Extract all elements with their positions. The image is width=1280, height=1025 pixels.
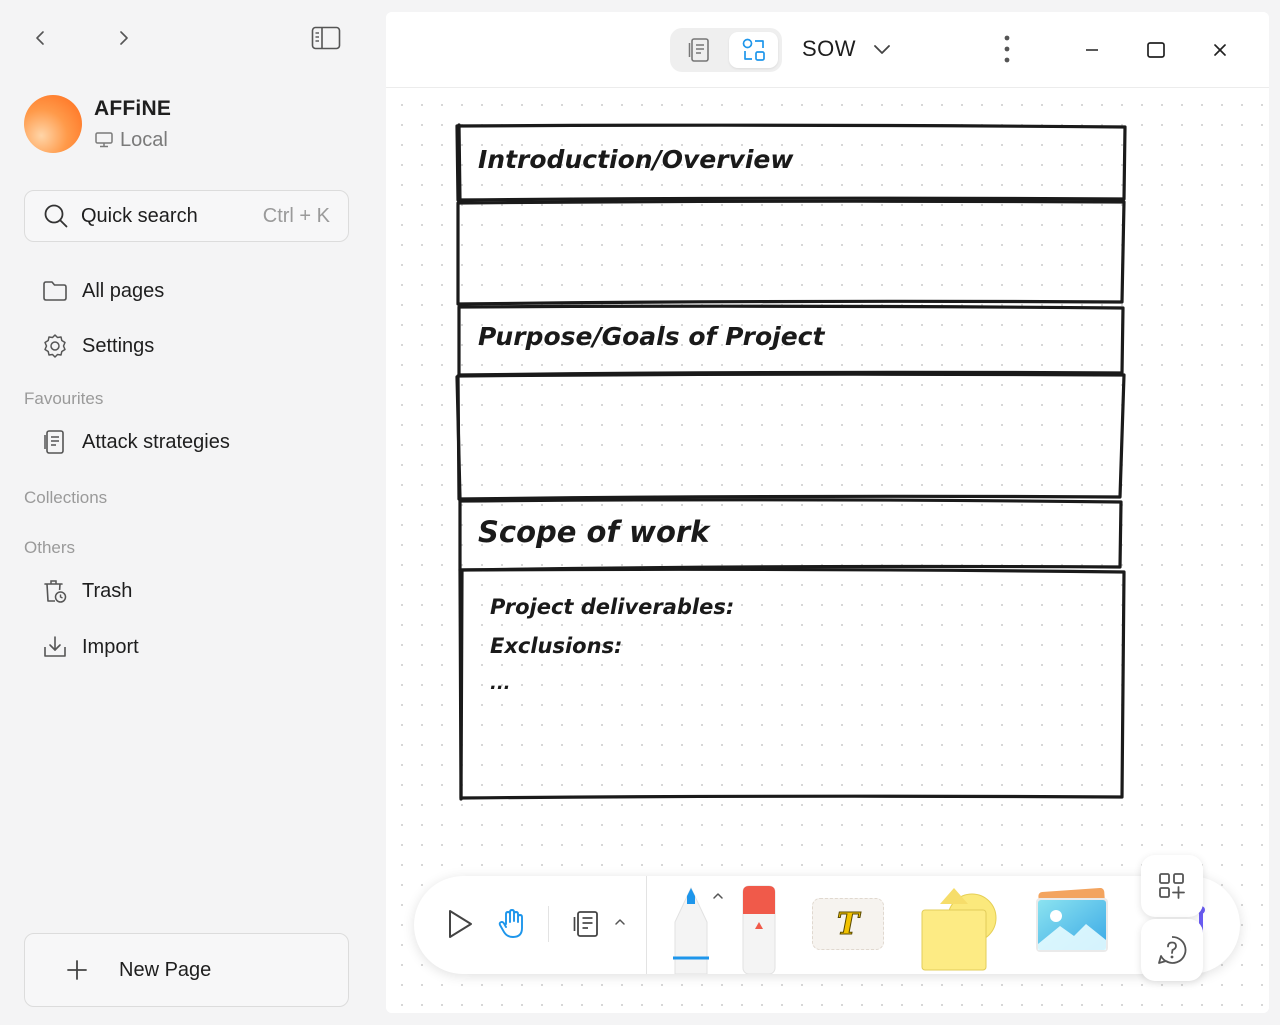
plus-icon — [67, 960, 87, 980]
sidebar: AFFiNE Local Quick search Ctrl + K All p… — [0, 0, 372, 1025]
search-label: Quick search — [81, 204, 198, 227]
chevron-up-icon — [615, 919, 625, 925]
eraser-tool-button[interactable] — [740, 884, 778, 974]
mode-switch — [670, 28, 782, 72]
page-note-icon — [573, 911, 598, 937]
sow-template-frames — [455, 123, 1127, 801]
section-favourites: Favourites — [24, 389, 104, 408]
sidebar-item-label: Attack strategies — [82, 430, 230, 453]
edgeless-canvas[interactable]: Introduction/Overview Purpose/Goals of P… — [386, 89, 1269, 1013]
sidebar-item-label: Trash — [82, 579, 133, 602]
hand-icon — [498, 909, 523, 938]
eraser-icon — [742, 885, 776, 974]
hand-tool-button[interactable] — [492, 904, 532, 944]
trash-icon — [40, 576, 70, 606]
page-icon — [40, 427, 70, 457]
grid-plus-icon — [1159, 873, 1185, 899]
search-shortcut: Ctrl + K — [262, 204, 330, 227]
chevron-down-icon — [874, 45, 890, 54]
help-icon — [1158, 936, 1187, 964]
image-tool-button[interactable] — [1032, 888, 1112, 956]
sidebar-item-attack-strategies[interactable]: Attack strategies — [40, 427, 230, 457]
title-dropdown-button[interactable] — [868, 36, 896, 64]
frame-heading-introduction[interactable]: Introduction/Overview — [478, 145, 793, 174]
back-button[interactable] — [27, 24, 55, 52]
sidebar-item-label: Settings — [82, 334, 155, 357]
section-others: Others — [24, 538, 76, 557]
edgeless-mode-button[interactable] — [729, 32, 778, 68]
chevron-up-icon — [713, 893, 723, 899]
frame-heading-scope[interactable]: Scope of work — [478, 515, 709, 549]
chevron-right-icon — [120, 31, 128, 45]
page-mode-icon — [688, 38, 709, 62]
pen-tool-expand-button[interactable] — [710, 888, 726, 904]
chevron-left-icon — [36, 31, 44, 45]
computer-icon — [95, 132, 113, 148]
sidebar-item-settings[interactable]: Settings — [40, 331, 154, 361]
page-mode-button[interactable] — [674, 32, 723, 68]
maximize-button[interactable] — [1140, 34, 1172, 66]
scope-ellipsis-text[interactable]: ... — [490, 673, 511, 694]
quick-search[interactable]: Quick search Ctrl + K — [24, 190, 349, 242]
more-vertical-icon — [1004, 35, 1010, 63]
editor-header: SOW — [386, 12, 1269, 88]
search-icon — [44, 204, 68, 228]
toolbar-divider — [548, 906, 549, 942]
sidebar-item-all-pages[interactable]: All pages — [40, 276, 164, 306]
add-block-button[interactable] — [1141, 855, 1203, 917]
scope-deliverables-text[interactable]: Project deliverables: — [490, 595, 734, 619]
workspace-switcher[interactable]: AFFiNE Local — [24, 95, 171, 153]
help-button[interactable] — [1141, 919, 1203, 981]
close-button[interactable] — [1204, 34, 1236, 66]
edgeless-mode-icon — [742, 38, 765, 61]
folder-icon — [40, 276, 70, 306]
new-page-label: New Page — [119, 958, 212, 981]
shapes-icon — [921, 888, 997, 971]
import-icon — [40, 632, 70, 662]
select-tool-button[interactable] — [440, 904, 480, 944]
note-tool-expand-button[interactable] — [610, 912, 630, 932]
pen-tool-button[interactable] — [670, 882, 712, 974]
minimize-icon — [1086, 49, 1098, 51]
sidebar-item-import[interactable]: Import — [40, 632, 139, 662]
workspace-avatar — [24, 95, 82, 153]
text-tool-glyph: T — [836, 906, 860, 942]
edgeless-toolbar: T — [414, 876, 1240, 974]
forward-button[interactable] — [109, 24, 137, 52]
shape-tool-button[interactable] — [916, 888, 1000, 974]
note-tool-button[interactable] — [566, 904, 606, 944]
gear-icon — [40, 331, 70, 361]
pen-icon — [673, 886, 709, 974]
maximize-icon — [1147, 42, 1165, 58]
workspace-storage: Local — [120, 128, 168, 151]
text-tool-button[interactable]: T — [812, 898, 884, 950]
editor-panel: SOW Introduction/Overview Purpose/Goals … — [386, 12, 1269, 1013]
section-collections: Collections — [24, 488, 108, 507]
scope-exclusions-text[interactable]: Exclusions: — [490, 634, 622, 658]
sidebar-panel-icon — [311, 26, 341, 50]
close-icon — [1214, 44, 1226, 56]
sidebar-item-label: Import — [82, 635, 139, 658]
toolbar-divider — [646, 876, 647, 974]
document-title[interactable]: SOW — [802, 36, 856, 62]
sidebar-item-trash[interactable]: Trash — [40, 576, 132, 606]
pointer-icon — [449, 910, 472, 938]
sidebar-item-label: All pages — [82, 279, 165, 302]
minimize-button[interactable] — [1076, 34, 1108, 66]
workspace-name: AFFiNE — [94, 96, 172, 120]
more-options-button[interactable] — [993, 32, 1021, 66]
sidebar-toggle-button[interactable] — [310, 24, 342, 52]
image-icon — [1036, 888, 1108, 952]
new-page-button[interactable]: New Page — [24, 933, 349, 1007]
frame-heading-purpose[interactable]: Purpose/Goals of Project — [478, 322, 824, 351]
